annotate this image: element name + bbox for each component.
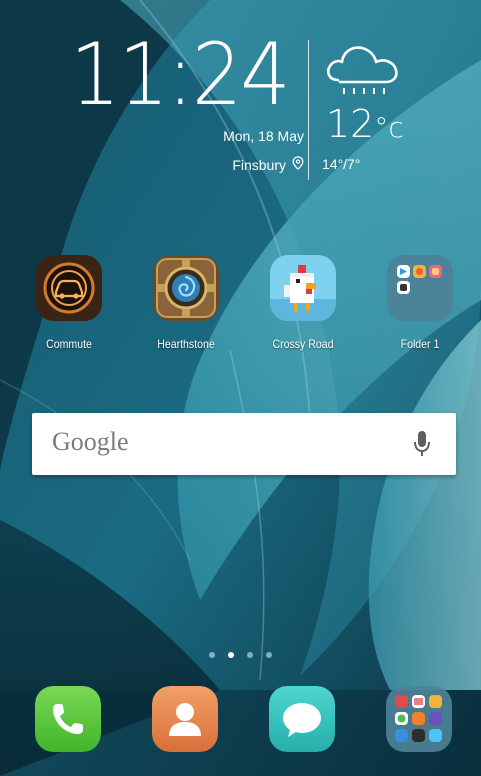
page-dot-3[interactable] [247,652,253,658]
home-screen: 11:24 Mon, 18 May Finsbury 12°c 14°/7° C… [0,0,481,776]
app-folder-1[interactable]: Folder 1 [375,255,465,351]
app-crossy-road[interactable]: Crossy Road [258,255,348,351]
weather-temperature-unit: °c [374,111,404,144]
google-logo: Google [52,427,129,456]
clock-time[interactable]: 11:24 [70,30,291,120]
dock-folder-icon[interactable] [386,686,452,752]
page-dot-2-active[interactable] [228,652,234,658]
widget-divider [308,40,309,180]
app-hearthstone[interactable]: Hearthstone [141,255,231,351]
google-search-bar[interactable]: Google [32,413,456,475]
contacts-icon[interactable] [152,686,218,752]
app-commute[interactable]: Commute [24,255,114,351]
hearthstone-icon[interactable] [153,255,219,321]
clock-date: Mon, 18 May [223,128,304,144]
phone-icon[interactable] [35,686,101,752]
clock-location-row: Finsbury [232,156,304,173]
app-label-commute: Commute [46,337,92,351]
crossy-road-chicken-icon[interactable] [270,255,336,321]
dock [0,686,481,756]
messages-icon[interactable] [269,686,335,752]
page-indicator [0,652,481,658]
app-label-hearthstone: Hearthstone [157,337,215,351]
commute-car-icon[interactable] [36,255,102,321]
microphone-icon[interactable] [412,429,432,459]
weather-range: 14°/7° [322,156,361,172]
app-label-crossy-road: Crossy Road [272,337,334,351]
page-dot-1[interactable] [209,652,215,658]
clock-location: Finsbury [232,156,286,173]
app-label-folder-1: Folder 1 [400,337,440,351]
app-row: Commute Hearthstone Crossy Road Folder 1 [0,255,481,365]
page-dot-4[interactable] [266,652,272,658]
rain-cloud-icon[interactable] [322,38,406,102]
weather-temperature-value: 12 [326,102,375,146]
location-pin-icon [292,156,304,173]
clock-weather-widget[interactable]: 11:24 Mon, 18 May Finsbury 12°c 14°/7° [60,30,430,190]
folder-icon[interactable] [387,255,453,321]
weather-temperature: 12°c [326,102,404,150]
